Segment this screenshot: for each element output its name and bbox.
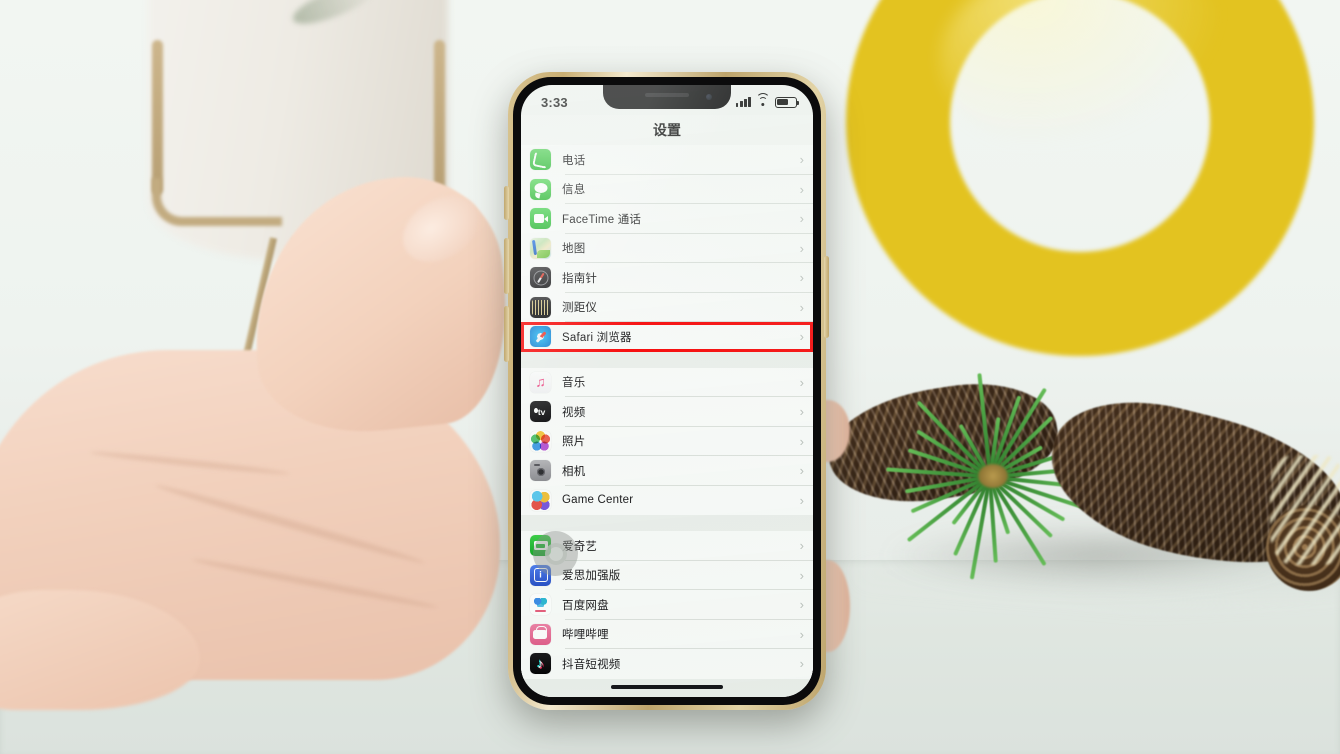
chevron-right-icon: ›: [799, 211, 804, 227]
measure-app-icon: [530, 296, 551, 318]
settings-row-label: 测距仪: [562, 302, 598, 315]
chevron-right-icon: ›: [799, 567, 804, 583]
settings-row-label: 指南针: [562, 272, 598, 285]
music-app-icon: [530, 371, 551, 393]
game-center-app-icon: [530, 489, 551, 511]
photo-scene: 3:33 设置 电话 › 信息 › FaceTime 通话 › 地图 › 指南针 › 测距仪 › Saf…: [0, 0, 1340, 754]
settings-row[interactable]: 信息 ›: [521, 174, 813, 204]
page-title: 设置: [521, 115, 813, 145]
volume-down-button[interactable]: [504, 306, 509, 362]
settings-row-label: 百度网盘: [562, 599, 609, 612]
settings-row-label: 哔哩哔哩: [562, 629, 609, 642]
wifi-icon: [756, 92, 770, 108]
chevron-right-icon: ›: [799, 492, 804, 508]
settings-row[interactable]: 视频 ›: [521, 397, 813, 427]
chevron-right-icon: ›: [799, 329, 804, 345]
phone-screen[interactable]: 3:33 设置 电话 › 信息 › FaceTime 通话 › 地图 › 指南针 › 测距仪 › Saf…: [521, 85, 813, 697]
settings-row-label: 信息: [562, 184, 586, 197]
settings-row-label: 相机: [562, 465, 586, 478]
cellular-signal-icon: [735, 97, 751, 107]
settings-row-label: FaceTime 通话: [562, 213, 642, 226]
media-apps-group: 音乐 › 视频 › 照片 › 相机 › Game Center ›: [521, 367, 813, 515]
baidu-netdisk-app-icon: [530, 594, 551, 616]
settings-row-label: Game Center: [562, 494, 634, 507]
settings-row[interactable]: 抖音短视频 ›: [521, 649, 813, 679]
compass-app-icon: [530, 267, 551, 289]
settings-row-label: 音乐: [562, 377, 586, 390]
battery-icon: [775, 96, 800, 108]
chevron-right-icon: ›: [799, 656, 804, 672]
apple-apps-group: 电话 › 信息 › FaceTime 通话 › 地图 › 指南针 › 测距仪 › Safari 浏览器 ›: [521, 145, 813, 352]
earpiece-speaker-icon: [645, 93, 689, 97]
chevron-right-icon: ›: [799, 433, 804, 449]
settings-row-label: Safari 浏览器: [562, 331, 632, 344]
front-camera-icon: [706, 94, 712, 100]
chevron-right-icon: ›: [799, 404, 804, 420]
settings-row-label: 电话: [562, 154, 586, 167]
notch: [603, 85, 731, 109]
volume-up-button[interactable]: [504, 238, 509, 294]
settings-row-label: 照片: [562, 436, 586, 449]
mute-switch[interactable]: [504, 186, 509, 220]
settings-row[interactable]: 测距仪 ›: [521, 292, 813, 322]
messages-app-icon: [530, 178, 551, 200]
settings-row[interactable]: 百度网盘 ›: [521, 590, 813, 620]
home-indicator[interactable]: [611, 685, 723, 689]
settings-row-label: 地图: [562, 243, 586, 256]
facetime-app-icon: [530, 208, 551, 230]
chevron-right-icon: ›: [799, 299, 804, 315]
status-indicators: [735, 92, 800, 108]
chevron-right-icon: ›: [799, 152, 804, 168]
status-time: 3:33: [541, 94, 568, 110]
hand-holding-phone: [0, 160, 570, 720]
settings-row[interactable]: 照片 ›: [521, 426, 813, 456]
douyin-app-icon: [530, 653, 551, 675]
settings-row[interactable]: FaceTime 通话 ›: [521, 204, 813, 234]
pine-branch-hub: [978, 464, 1008, 488]
phone-app-icon: [530, 149, 551, 171]
camera-app-icon: [530, 460, 551, 482]
settings-row[interactable]: 哔哩哔哩 ›: [521, 619, 813, 649]
power-button[interactable]: [824, 256, 829, 338]
settings-row[interactable]: Safari 浏览器 ›: [521, 322, 813, 352]
settings-row-label: 视频: [562, 406, 586, 419]
settings-row[interactable]: Game Center ›: [521, 485, 813, 515]
assistive-touch-button[interactable]: [533, 531, 578, 576]
photos-app-icon: [530, 430, 551, 452]
chevron-right-icon: ›: [799, 270, 804, 286]
settings-row[interactable]: 电话 ›: [521, 145, 813, 175]
settings-row-label: 抖音短视频: [562, 658, 621, 671]
settings-row[interactable]: 相机 ›: [521, 456, 813, 486]
chevron-right-icon: ›: [799, 538, 804, 554]
chevron-right-icon: ›: [799, 463, 804, 479]
bilibili-app-icon: [530, 623, 551, 645]
chevron-right-icon: ›: [799, 626, 804, 642]
settings-row[interactable]: 音乐 ›: [521, 367, 813, 397]
settings-row[interactable]: 地图 ›: [521, 233, 813, 263]
chevron-right-icon: ›: [799, 240, 804, 256]
settings-list[interactable]: 电话 › 信息 › FaceTime 通话 › 地图 › 指南针 › 测距仪 › Safari 浏览器 ›…: [521, 145, 813, 697]
appletv-app-icon: [530, 401, 551, 423]
chevron-right-icon: ›: [799, 181, 804, 197]
maps-app-icon: [530, 237, 551, 259]
chevron-right-icon: ›: [799, 374, 804, 390]
chevron-right-icon: ›: [799, 597, 804, 613]
settings-row[interactable]: 指南针 ›: [521, 263, 813, 293]
safari-app-icon: [530, 326, 551, 348]
